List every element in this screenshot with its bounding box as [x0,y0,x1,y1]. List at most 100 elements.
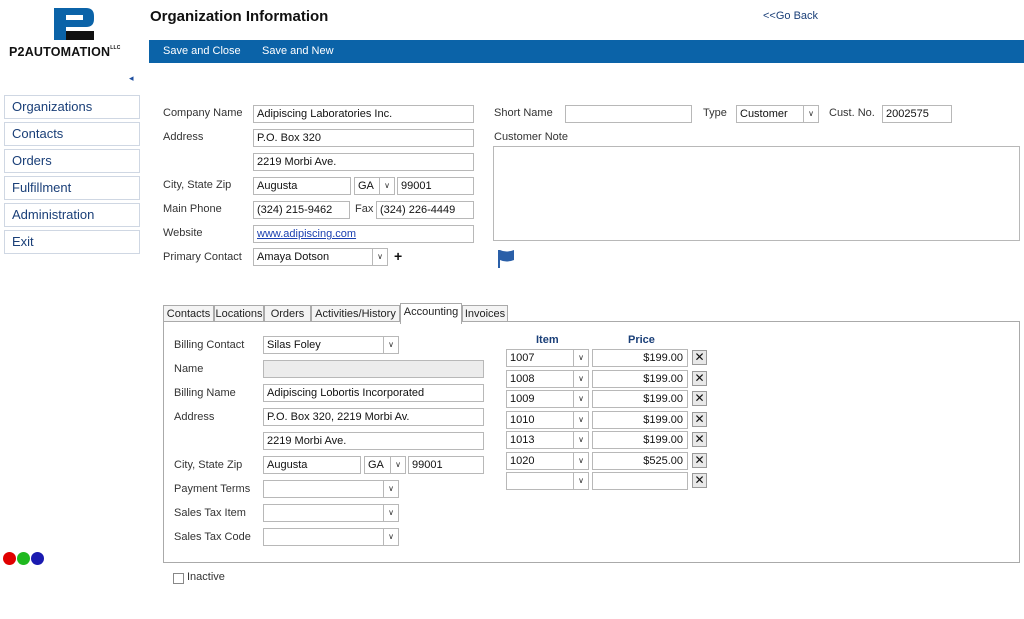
sales-tax-code-select[interactable]: ∨ [263,528,399,546]
sidebar-item-contacts[interactable]: Contacts [4,122,140,146]
sidebar-item-exit[interactable]: Exit [4,230,140,254]
website-label: Website [163,227,203,239]
sales-tax-item-select[interactable]: ∨ [263,504,399,522]
payment-terms-select[interactable]: ∨ [263,480,399,498]
chevron-down-icon: ∨ [379,178,394,194]
billing-zip-field[interactable]: 99001 [408,456,484,474]
chevron-down-icon: ∨ [383,481,398,497]
sidebar-nav: Organizations Contacts Orders Fulfillmen… [4,95,140,257]
website-field[interactable]: www.adipiscing.com [253,225,474,243]
price-field[interactable]: $199.00 [592,390,688,408]
customer-note-textarea[interactable] [493,146,1020,241]
primary-contact-select[interactable]: Amaya Dotson ∨ [253,248,388,266]
price-field[interactable]: $199.00 [592,370,688,388]
inactive-checkbox[interactable] [173,573,184,584]
sidebar-item-administration[interactable]: Administration [4,203,140,227]
zip-field[interactable]: 99001 [397,177,474,195]
cust-no-label: Cust. No. [829,107,875,119]
save-and-close-button[interactable]: Save and Close [163,45,241,57]
status-dot-green [17,552,31,565]
billing-state-select[interactable]: GA ∨ [364,456,406,474]
address-label: Address [163,131,204,143]
tab-accounting[interactable]: Accounting [400,303,462,324]
type-select[interactable]: Customer ∨ [736,105,819,123]
customer-note-label: Customer Note [494,131,568,143]
price-field[interactable] [592,472,688,490]
status-dot-blue [31,552,45,565]
payment-terms-label: Payment Terms [174,483,251,495]
item-select[interactable]: 1008 ∨ [506,370,589,388]
chevron-down-icon: ∨ [573,473,588,489]
item-select[interactable]: 1007 ∨ [506,349,589,367]
state-select[interactable]: GA ∨ [354,177,395,195]
chevron-down-icon: ∨ [390,457,405,473]
go-back-link[interactable]: <<Go Back [763,10,818,22]
cust-no-field[interactable]: 2002575 [882,105,952,123]
billing-address-line1-field[interactable]: P.O. Box 320, 2219 Morbi Av. [263,408,484,426]
primary-contact-label: Primary Contact [163,251,242,263]
item-value: 1007 [510,352,535,364]
item-value: 1020 [510,455,535,467]
collapse-sidebar-icon[interactable]: ◂ [129,73,134,84]
delete-row-icon[interactable]: ✕ [692,391,707,406]
billing-city-state-zip-label: City, State Zip [174,459,243,471]
main-phone-label: Main Phone [163,203,222,215]
fax-label: Fax [355,203,374,215]
item-value: 1010 [510,414,535,426]
address-line2-field[interactable]: 2219 Morbi Ave. [253,153,474,171]
flag-icon[interactable] [497,249,515,269]
price-field[interactable]: $199.00 [592,349,688,367]
delete-row-icon[interactable]: ✕ [692,432,707,447]
delete-row-icon[interactable]: ✕ [692,453,707,468]
billing-address-line2-field[interactable]: 2219 Morbi Ave. [263,432,484,450]
delete-row-icon[interactable]: ✕ [692,412,707,427]
chevron-down-icon: ∨ [573,432,588,448]
sales-tax-item-label: Sales Tax Item [174,507,246,519]
chevron-down-icon: ∨ [383,505,398,521]
chevron-down-icon: ∨ [573,453,588,469]
fax-field[interactable]: (324) 226-4449 [376,201,474,219]
delete-row-icon[interactable]: ✕ [692,371,707,386]
chevron-down-icon: ∨ [573,412,588,428]
item-value: 1013 [510,434,535,446]
name-label: Name [174,363,204,375]
billing-state-value: GA [368,459,384,471]
logo-icon [54,8,94,40]
short-name-label: Short Name [494,107,553,119]
status-dot-red [3,552,16,565]
chevron-down-icon: ∨ [573,391,588,407]
short-name-field[interactable] [565,105,692,123]
delete-row-icon[interactable]: ✕ [692,350,707,365]
chevron-down-icon: ∨ [573,350,588,366]
address-line1-field[interactable]: P.O. Box 320 [253,129,474,147]
city-field[interactable]: Augusta [253,177,351,195]
chevron-down-icon: ∨ [573,371,588,387]
save-and-new-button[interactable]: Save and New [262,45,334,57]
chevron-down-icon: ∨ [803,106,818,122]
sidebar-item-orders[interactable]: Orders [4,149,140,173]
billing-name-field[interactable]: Adipiscing Lobortis Incorporated [263,384,484,402]
billing-name-label: Billing Name [174,387,236,399]
company-name-field[interactable]: Adipiscing Laboratories Inc. [253,105,474,123]
main-phone-field[interactable]: (324) 215-9462 [253,201,350,219]
logo-suffix: LLC [110,45,121,51]
sidebar-item-organizations[interactable]: Organizations [4,95,140,119]
chevron-down-icon: ∨ [383,337,398,353]
item-select[interactable]: 1009 ∨ [506,390,589,408]
price-field[interactable]: $199.00 [592,431,688,449]
company-name-label: Company Name [163,107,243,119]
price-field[interactable]: $199.00 [592,411,688,429]
item-select[interactable]: 1020 ∨ [506,452,589,470]
item-select[interactable]: 1010 ∨ [506,411,589,429]
add-contact-icon[interactable]: + [394,248,402,264]
item-select[interactable]: 1013 ∨ [506,431,589,449]
billing-contact-select[interactable]: Silas Foley ∨ [263,336,399,354]
delete-row-icon[interactable]: ✕ [692,473,707,488]
item-select[interactable]: ∨ [506,472,589,490]
billing-city-field[interactable]: Augusta [263,456,361,474]
type-value: Customer [740,108,788,120]
billing-contact-value: Silas Foley [267,339,321,351]
price-field[interactable]: $525.00 [592,452,688,470]
sidebar-item-fulfillment[interactable]: Fulfillment [4,176,140,200]
state-value: GA [358,180,374,192]
